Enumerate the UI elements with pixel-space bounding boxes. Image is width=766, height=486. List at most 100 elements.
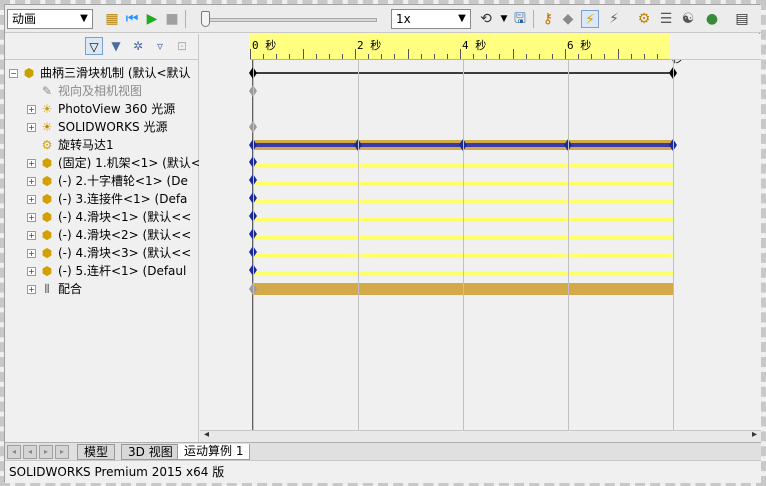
tree-item[interactable]: + ⬢ (-) 2.十字槽轮<1> (De: [5, 172, 199, 190]
expand-icon[interactable]: +: [27, 177, 36, 186]
time-gridline: [463, 60, 464, 434]
status-text: SOLIDWORKS Premium 2015 x64 版: [9, 465, 225, 479]
results-icon[interactable]: ☯: [679, 10, 697, 28]
tree-item-label: (-) 4.滑块<3> (默认<<: [58, 246, 192, 260]
filter-results-icon[interactable]: ▿: [151, 37, 169, 55]
tree-item[interactable]: + ⫴ 配合: [5, 280, 199, 298]
scroll-left-icon[interactable]: ◂: [204, 429, 209, 440]
motion-tree-panel: ▽ ▼ ✲ ▿ ⊡ − ⬢ 曲柄三滑块机制 (默认<默认 ✎ 视向及相机视图 + ☀ Phot…: [5, 34, 199, 442]
expand-icon[interactable]: +: [27, 159, 36, 168]
collapse-icon[interactable]: −: [9, 69, 18, 78]
expand-icon[interactable]: +: [27, 267, 36, 276]
tab-motion-study-1[interactable]: 运动算例 1: [177, 444, 251, 460]
scroll-right-icon[interactable]: ▸: [752, 429, 757, 440]
filter-selected-icon[interactable]: ✲: [129, 37, 147, 55]
expand-icon[interactable]: +: [27, 231, 36, 240]
timeline-graph[interactable]: [200, 34, 761, 434]
assembly-icon: ⬢: [23, 66, 35, 80]
save-animation-icon[interactable]: 🖫: [511, 10, 529, 28]
tree-item[interactable]: + ⬢ (-) 5.连杆<1> (Defaul: [5, 262, 199, 280]
part-icon: ⬢: [41, 156, 53, 170]
motor-icon[interactable]: ⚡: [581, 10, 599, 28]
tree-item-label: (-) 3.连接件<1> (Defa: [58, 192, 188, 206]
tree-item[interactable]: + ⬢ (-) 3.连接件<1> (Defa: [5, 190, 199, 208]
chevron-down-icon: ▼: [80, 13, 88, 24]
study-type-value: 动画: [12, 12, 37, 26]
motion-manager-window: 动画 ▼ ▦ ⏮ ▶ ■ 1x ▼ ⟲ ▼ 🖫 ⚷ ◆ ⚡ ⚡ ⚙ ☰ ☯ ● …: [4, 4, 761, 483]
camera-icon: ✎: [41, 84, 53, 98]
tree-item[interactable]: + ☀ PhotoView 360 光源: [5, 100, 199, 118]
time-gridline: [358, 60, 359, 434]
photoview-light-icon: ☀: [41, 102, 53, 116]
playback-mode-icon[interactable]: ⟲: [477, 10, 495, 28]
tree-item-label: (-) 4.滑块<1> (默认<<: [58, 210, 192, 224]
calculate-icon[interactable]: ▦: [103, 10, 121, 28]
add-update-key-icon[interactable]: ◆: [559, 10, 577, 28]
properties-icon[interactable]: ▤: [733, 10, 751, 28]
autokey-icon[interactable]: ⚷: [539, 10, 557, 28]
toolbar-separator: [533, 10, 534, 28]
playback-slider-thumb[interactable]: [201, 11, 210, 27]
part-icon: ⬢: [41, 264, 53, 278]
tab-model[interactable]: 模型: [77, 444, 116, 460]
tree-item-label: 旋转马达1: [58, 138, 114, 152]
gravity-icon[interactable]: ☰: [657, 10, 675, 28]
tab-nav-first-icon[interactable]: ◂: [7, 445, 21, 459]
tree-item-label: (-) 2.十字槽轮<1> (De: [58, 174, 188, 188]
tree-item-label: (-) 5.连杆<1> (Defaul: [58, 264, 187, 278]
tree-item-label: 配合: [58, 282, 83, 296]
part-icon: ⬢: [41, 174, 53, 188]
expand-icon[interactable]: +: [27, 105, 36, 114]
toolbar-separator: [185, 10, 186, 28]
filter-bar: ▽ ▼ ✲ ▿ ⊡: [5, 34, 199, 60]
time-gridline: [673, 60, 674, 434]
timeline-area[interactable]: 0 秒2 秒4 秒6 秒8 秒: [200, 34, 761, 434]
expand-icon[interactable]: +: [27, 195, 36, 204]
motion-toolbar: 动画 ▼ ▦ ⏮ ▶ ■ 1x ▼ ⟲ ▼ 🖫 ⚷ ◆ ⚡ ⚡ ⚙ ☰ ☯ ● …: [5, 5, 761, 33]
time-gridline: [253, 60, 254, 434]
play-from-start-icon[interactable]: ⏮: [123, 10, 141, 28]
tree-item[interactable]: − ⬢ 曲柄三滑块机制 (默认<默认: [5, 64, 199, 82]
tree-item-label: PhotoView 360 光源: [58, 102, 176, 116]
tree-item[interactable]: + ⬢ (-) 4.滑块<2> (默认<<: [5, 226, 199, 244]
stop-icon[interactable]: ■: [163, 10, 181, 28]
tab-label: 3D 视图: [128, 445, 173, 459]
tree-item-label: (固定) 1.机架<1> (默认<: [58, 156, 199, 170]
solidworks-light-icon: ☀: [41, 120, 53, 134]
playback-slider-track[interactable]: [207, 18, 377, 22]
expand-icon[interactable]: +: [27, 285, 36, 294]
filter-driving-icon[interactable]: ▼: [107, 37, 125, 55]
part-icon: ⬢: [41, 228, 53, 242]
contact-icon[interactable]: ⚙: [635, 10, 653, 28]
tab-nav-prev-icon[interactable]: ◂: [23, 445, 37, 459]
expand-icon[interactable]: +: [27, 123, 36, 132]
spring-icon[interactable]: ⚡: [605, 10, 623, 28]
tab-nav-last-icon[interactable]: ▸: [55, 445, 69, 459]
tree-item-label: SOLIDWORKS 光源: [58, 120, 168, 134]
expand-icon[interactable]: +: [27, 249, 36, 258]
part-icon: ⬢: [41, 246, 53, 260]
tree-item[interactable]: ⚙ 旋转马达1: [5, 136, 199, 154]
tree-item[interactable]: + ⬢ (-) 4.滑块<3> (默认<<: [5, 244, 199, 262]
playback-speed-value: 1x: [396, 12, 411, 26]
status-bar: SOLIDWORKS Premium 2015 x64 版: [5, 460, 761, 483]
part-icon: ⬢: [41, 192, 53, 206]
study-type-select[interactable]: 动画 ▼: [7, 9, 93, 29]
timeline-scrollbar[interactable]: ◂ ▸: [200, 429, 761, 442]
filter-animated-icon[interactable]: ▽: [85, 37, 103, 55]
playback-speed-select[interactable]: 1x ▼: [391, 9, 471, 29]
filter-disabled-icon[interactable]: ⊡: [173, 37, 191, 55]
tree-item-label: 曲柄三滑块机制 (默认<默认: [40, 66, 191, 80]
tree-item[interactable]: + ⬢ (-) 4.滑块<1> (默认<<: [5, 208, 199, 226]
mates-icon: ⫴: [44, 282, 50, 296]
tree-item[interactable]: ✎ 视向及相机视图: [5, 82, 199, 100]
tree-item-label: 视向及相机视图: [58, 84, 143, 98]
expand-icon[interactable]: +: [27, 213, 36, 222]
results-plot-icon[interactable]: ●: [703, 10, 721, 28]
tab-3d-view[interactable]: 3D 视图: [121, 444, 180, 460]
tab-nav-next-icon[interactable]: ▸: [39, 445, 53, 459]
tree-item[interactable]: + ⬢ (固定) 1.机架<1> (默认<: [5, 154, 199, 172]
tree-item[interactable]: + ☀ SOLIDWORKS 光源: [5, 118, 199, 136]
time-gridline: [568, 60, 569, 434]
play-icon[interactable]: ▶: [143, 10, 161, 28]
